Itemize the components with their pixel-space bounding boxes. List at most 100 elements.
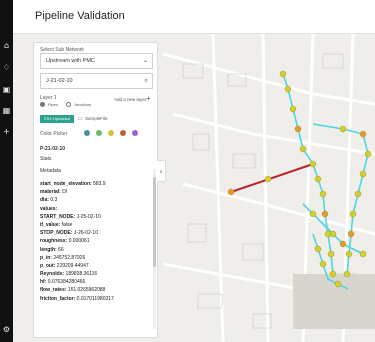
grid-icon[interactable]: ▦ <box>2 106 11 115</box>
metadata-value: 229209.44947 <box>55 262 89 269</box>
junction-node[interactable] <box>314 245 322 253</box>
subnetwork-value: Upstream with PMC <box>46 58 95 64</box>
radio-pipes[interactable] <box>40 102 45 107</box>
page-header: Pipeline Validation <box>13 0 375 34</box>
junction-node[interactable] <box>345 250 353 258</box>
junction-node[interactable] <box>321 210 329 218</box>
metadata-value: 161.0265962088 <box>66 287 106 294</box>
radio-junctions-label: Junctions <box>74 102 91 107</box>
junction-node[interactable] <box>329 230 337 238</box>
junction-node[interactable] <box>359 170 367 178</box>
add-layer-label[interactable]: Add a new layer <box>114 97 146 102</box>
metadata-value: 0.017011980317 <box>75 295 114 302</box>
junction-node[interactable] <box>334 280 342 288</box>
junction-node[interactable] <box>364 150 372 158</box>
junction-node[interactable] <box>349 210 357 218</box>
junction-node[interactable] <box>289 105 297 113</box>
page-title: Pipeline Validation <box>35 10 125 22</box>
box-icon[interactable]: ▣ <box>2 85 11 94</box>
junction-node[interactable] <box>294 125 302 133</box>
metadata-key: roughness: <box>40 238 68 245</box>
bell-icon[interactable]: ♢ <box>2 63 11 72</box>
folder-icon: ▭ <box>78 116 83 122</box>
metadata-row: length: 66 <box>40 246 152 254</box>
color-swatch-1[interactable] <box>84 130 90 136</box>
metadata-row: hf: 0.076384280466 <box>40 278 152 286</box>
junction-node[interactable] <box>319 260 327 268</box>
metadata-key: material: <box>40 189 61 196</box>
chevron-down-icon: ⌄ <box>142 57 148 64</box>
junction-node[interactable] <box>339 125 347 133</box>
color-picker-label: Color Picker <box>40 131 68 137</box>
metadata-row: roughness: 0.000061 <box>40 237 152 245</box>
junction-node[interactable] <box>314 175 322 183</box>
radio-junctions[interactable] <box>66 102 71 107</box>
junction-node[interactable] <box>279 70 287 78</box>
junction-node[interactable] <box>359 250 367 258</box>
metadata-value: false <box>60 221 73 228</box>
metadata-value: J-25-02-10 <box>75 213 101 220</box>
metadata-value: DI <box>60 189 68 196</box>
metadata-key: STOP_NODE: <box>40 230 73 237</box>
junction-node[interactable] <box>343 270 351 278</box>
metadata-row: values: <box>40 205 152 213</box>
settings-icon[interactable]: ⚙ <box>2 325 11 334</box>
add-layer-icon[interactable]: + <box>146 94 151 103</box>
metadata-value: 0.000061 <box>67 238 90 245</box>
metadata-key: p_in: <box>40 254 52 261</box>
scrollbar-thumb[interactable] <box>153 177 156 267</box>
metadata-label[interactable]: Metadata <box>40 168 61 174</box>
junction-node[interactable] <box>359 130 367 138</box>
stats-label[interactable]: Stats <box>40 156 51 162</box>
junction-node[interactable] <box>264 175 272 183</box>
junction-node[interactable] <box>227 188 235 196</box>
junction-node[interactable] <box>327 250 335 258</box>
subnetwork-select[interactable]: Upstream with PMC ⌄ <box>40 53 153 69</box>
junction-node[interactable] <box>284 85 292 93</box>
metadata-value: 245752.87926 <box>51 254 86 261</box>
junction-node[interactable] <box>339 240 347 248</box>
metadata-row: p_out: 229209.44947 <box>40 262 152 270</box>
metadata-row: STOP_NODE: J-26-02-10 <box>40 229 152 237</box>
color-swatch-5[interactable] <box>132 130 138 136</box>
metadata-row: if_value: false <box>40 221 152 229</box>
radio-pipes-label: Pipes <box>48 102 59 107</box>
junction-node[interactable] <box>309 210 317 218</box>
junction-node[interactable] <box>329 270 337 278</box>
metadata-key: values: <box>40 205 58 212</box>
layer-panel: Select Sub Network Upstream with PMC ⌄ J… <box>33 42 158 338</box>
junction-node[interactable] <box>299 145 307 153</box>
color-swatch-2[interactable] <box>96 130 102 136</box>
metadata-row: START_NODE: J-25-02-10 <box>40 213 152 221</box>
metadata-key: flow_rates: <box>40 287 67 294</box>
collapse-panel-button[interactable]: ‹ <box>157 160 166 182</box>
metadata-row: dia: 0.3 <box>40 196 152 204</box>
junction-node[interactable] <box>354 190 362 198</box>
metadata-row: friction_factor: 0.017011980317 <box>40 295 152 303</box>
metadata-value: 583.9 <box>91 181 106 187</box>
junction-node[interactable] <box>319 190 327 198</box>
metadata-key: p_out: <box>40 262 56 269</box>
metadata-row: start_node_elevation: 583.9 <box>40 180 152 188</box>
metadata-list: start_node_elevation: 583.9 material: DI d… <box>40 180 152 335</box>
search-icon[interactable]: ⌕ <box>145 74 148 88</box>
search-input[interactable]: J-21-02-10 ⌕ <box>40 73 153 89</box>
metadata-scrollbar[interactable] <box>153 169 156 329</box>
color-swatch-4[interactable] <box>120 130 126 136</box>
metadata-value: 66 <box>56 246 64 253</box>
junction-node[interactable] <box>309 160 317 168</box>
search-value: J-21-02-10 <box>46 78 73 84</box>
color-swatch-3[interactable] <box>108 130 114 136</box>
home-icon[interactable]: ⌂ <box>2 41 11 50</box>
metadata-key: dia: <box>40 197 49 204</box>
selected-element-id: P-21-02-10 <box>40 146 66 152</box>
sample-file-name[interactable]: SampleFile <box>85 116 108 121</box>
metadata-key: START_NODE: <box>40 213 76 220</box>
plus-icon[interactable]: + <box>2 127 11 136</box>
layer-label: Layer 1 <box>40 95 57 101</box>
metadata-row: flow_rates: 161.0265962088 <box>40 286 152 294</box>
metadata-value: 0.076384280466 <box>46 279 86 286</box>
csv-uploaded-button[interactable]: CSV Uploaded <box>40 115 74 123</box>
junction-node[interactable] <box>347 230 355 238</box>
metadata-key: start_node_elevation: <box>40 181 92 187</box>
